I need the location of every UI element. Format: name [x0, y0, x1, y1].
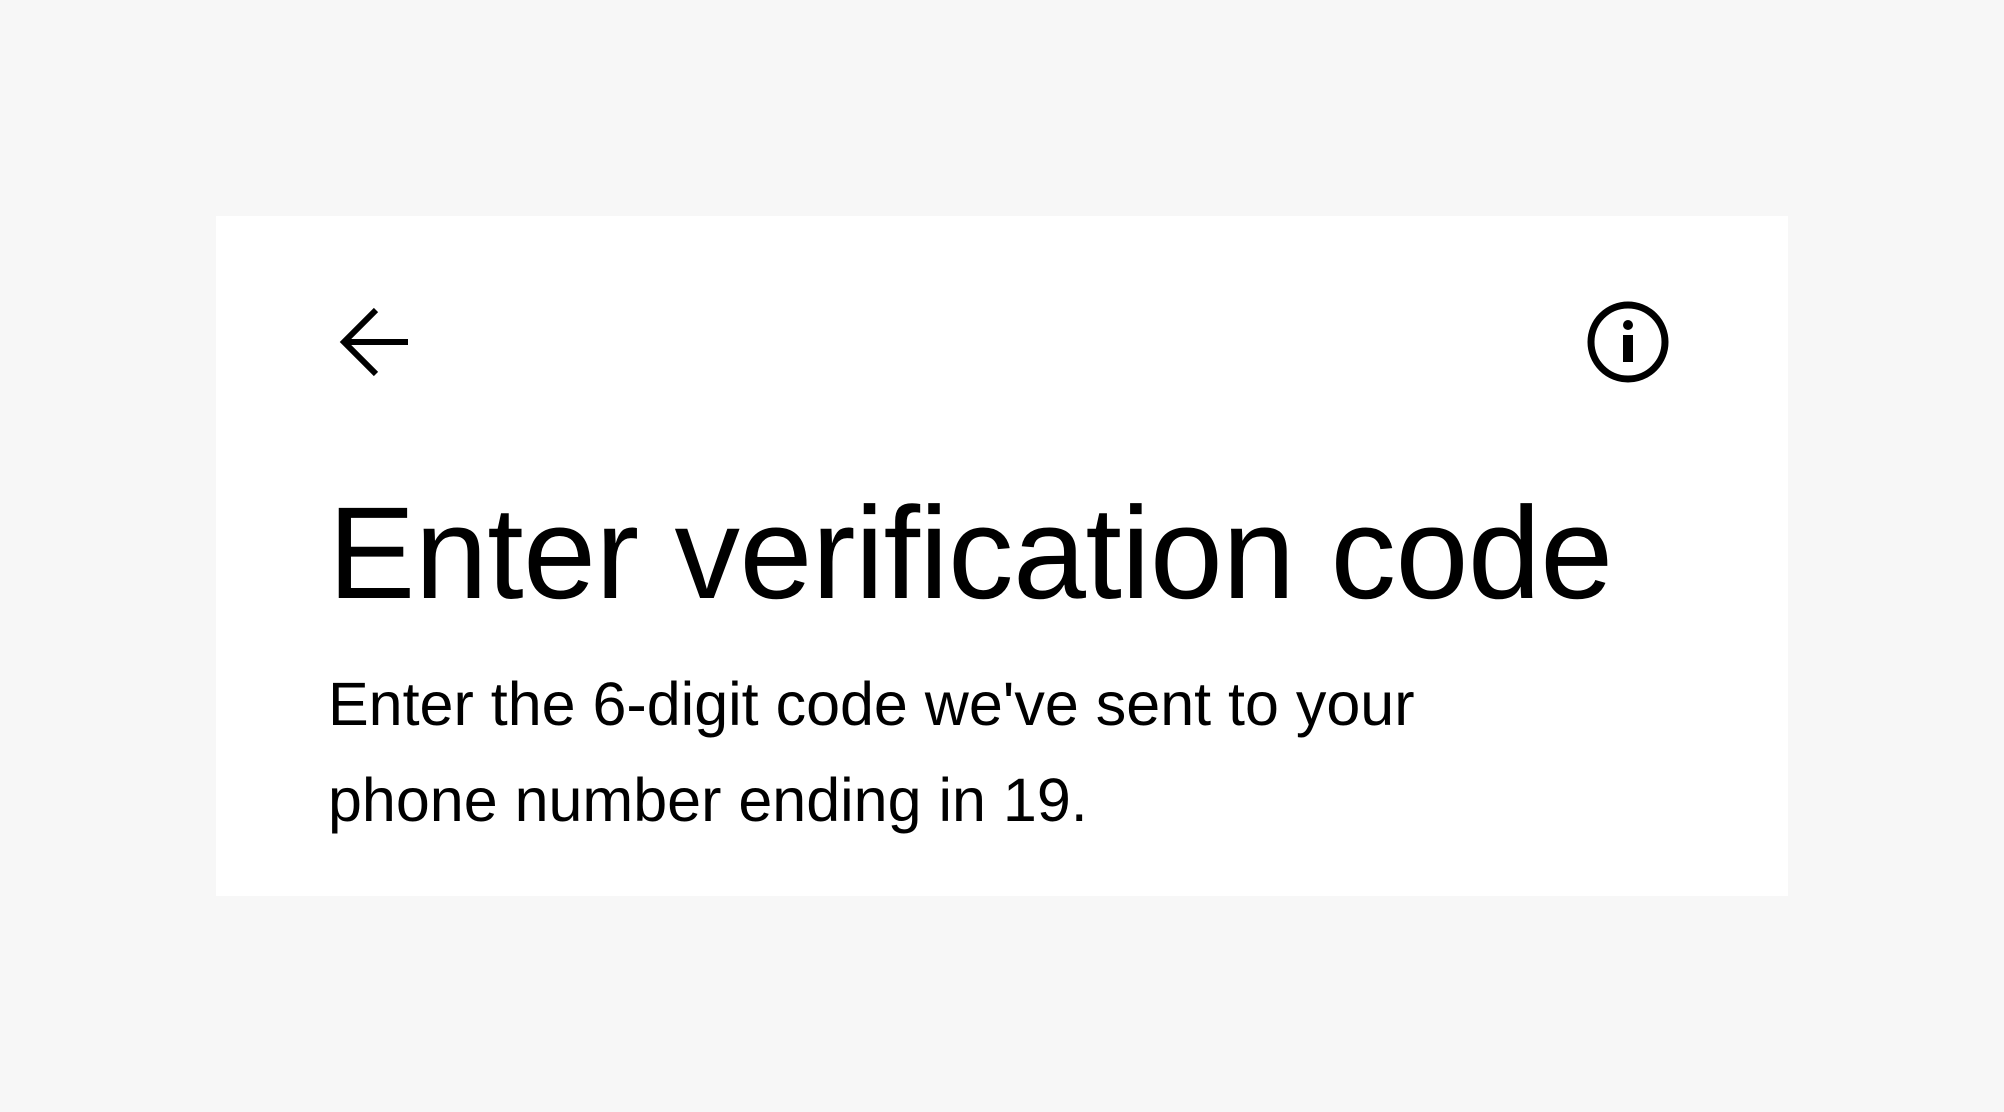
arrow-left-icon — [339, 307, 408, 377]
back-button[interactable] — [324, 294, 420, 390]
info-circle-icon — [1587, 301, 1669, 383]
verification-card: Enter verification code Enter the 6-digi… — [216, 216, 1788, 896]
info-button[interactable] — [1580, 294, 1676, 390]
instruction-text: Enter the 6-digit code we've sent to you… — [328, 670, 1415, 834]
page-title: Enter verification code — [328, 479, 1613, 626]
